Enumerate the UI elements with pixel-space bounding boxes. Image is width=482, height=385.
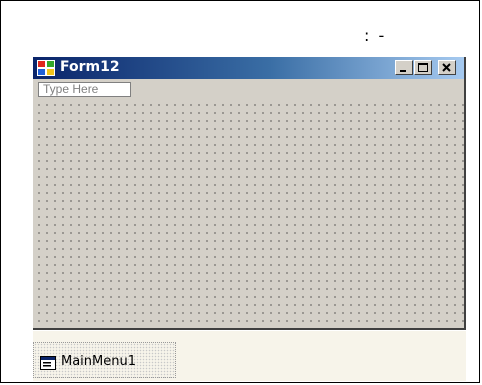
- menu-type-here-box[interactable]: Type Here: [38, 82, 131, 97]
- tray-item-label: MainMenu1: [61, 354, 136, 369]
- form-designer: Form12 Type Here: [33, 57, 466, 330]
- minimize-button[interactable]: [395, 60, 413, 75]
- tray-item-mainmenu[interactable]: MainMenu1: [33, 342, 176, 378]
- windows-form-icon: [37, 60, 55, 76]
- minimize-icon: [400, 70, 406, 72]
- close-button[interactable]: [438, 60, 456, 75]
- maximize-button[interactable]: [414, 60, 432, 75]
- title-bar[interactable]: Form12: [33, 57, 464, 79]
- maximize-icon: [418, 63, 428, 72]
- menu-bar: Type Here: [33, 79, 464, 99]
- main-menu-icon: [40, 356, 56, 370]
- close-icon: [442, 63, 451, 72]
- form-title: Form12: [60, 59, 120, 75]
- component-tray: MainMenu1: [33, 331, 466, 381]
- header-text: : -: [364, 26, 387, 45]
- form-client-area[interactable]: [33, 99, 464, 328]
- form-window[interactable]: Form12 Type Here: [33, 57, 466, 330]
